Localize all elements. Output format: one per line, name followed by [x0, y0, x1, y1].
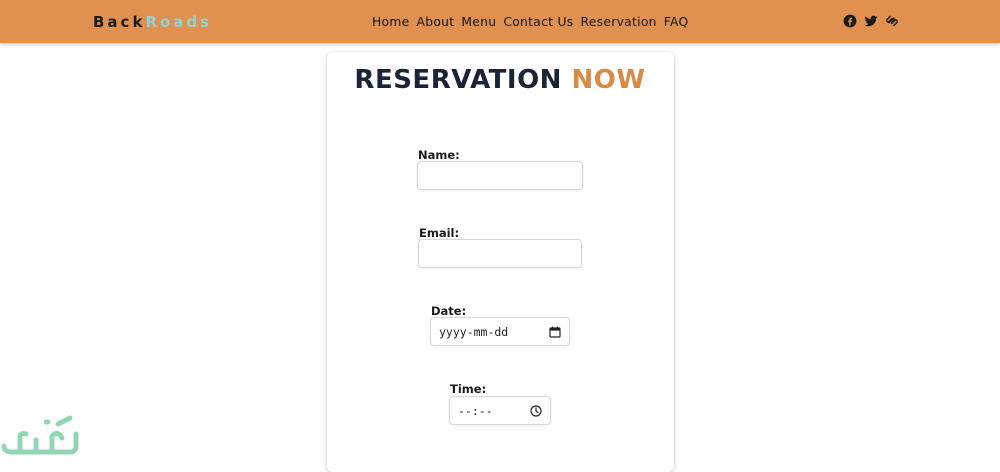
nav-links: Home About Menu Contact Us Reservation F… [372, 14, 689, 30]
date-input[interactable]: yyyy-mm-dd [430, 317, 570, 346]
social-links [843, 14, 899, 28]
calendar-icon[interactable] [549, 326, 561, 338]
brand-part-1: Back [93, 13, 146, 31]
twitter-icon[interactable] [864, 14, 878, 28]
title-main: RESERVATION [354, 65, 562, 95]
clock-icon[interactable] [530, 404, 542, 417]
date-label: Date: [431, 304, 467, 318]
time-label: Time: [450, 382, 487, 396]
navbar: BackRoads Home About Menu Contact Us Res… [0, 0, 1000, 43]
facebook-icon[interactable] [843, 14, 857, 28]
brand-part-2: Roads [145, 13, 213, 31]
nav-faq[interactable]: FAQ [664, 14, 689, 30]
name-label: Name: [418, 148, 460, 162]
email-input[interactable] [418, 239, 582, 268]
watermark-logo [1, 415, 79, 455]
time-input[interactable]: --:-- [449, 396, 551, 425]
page-title: RESERVATION NOW [0, 64, 1000, 96]
email-label: Email: [419, 226, 460, 240]
nav-home[interactable]: Home [372, 14, 410, 30]
nav-menu[interactable]: Menu [461, 14, 496, 30]
name-input[interactable] [417, 161, 583, 190]
date-placeholder: yyyy-mm-dd [439, 324, 509, 339]
nav-contact-us[interactable]: Contact Us [503, 14, 573, 30]
nav-about[interactable]: About [417, 14, 455, 30]
time-placeholder: --:-- [458, 403, 493, 418]
title-accent: NOW [571, 65, 646, 95]
brand-logo[interactable]: BackRoads [93, 12, 212, 32]
squarespace-icon[interactable] [885, 14, 899, 28]
nav-reservation[interactable]: Reservation [581, 14, 657, 30]
